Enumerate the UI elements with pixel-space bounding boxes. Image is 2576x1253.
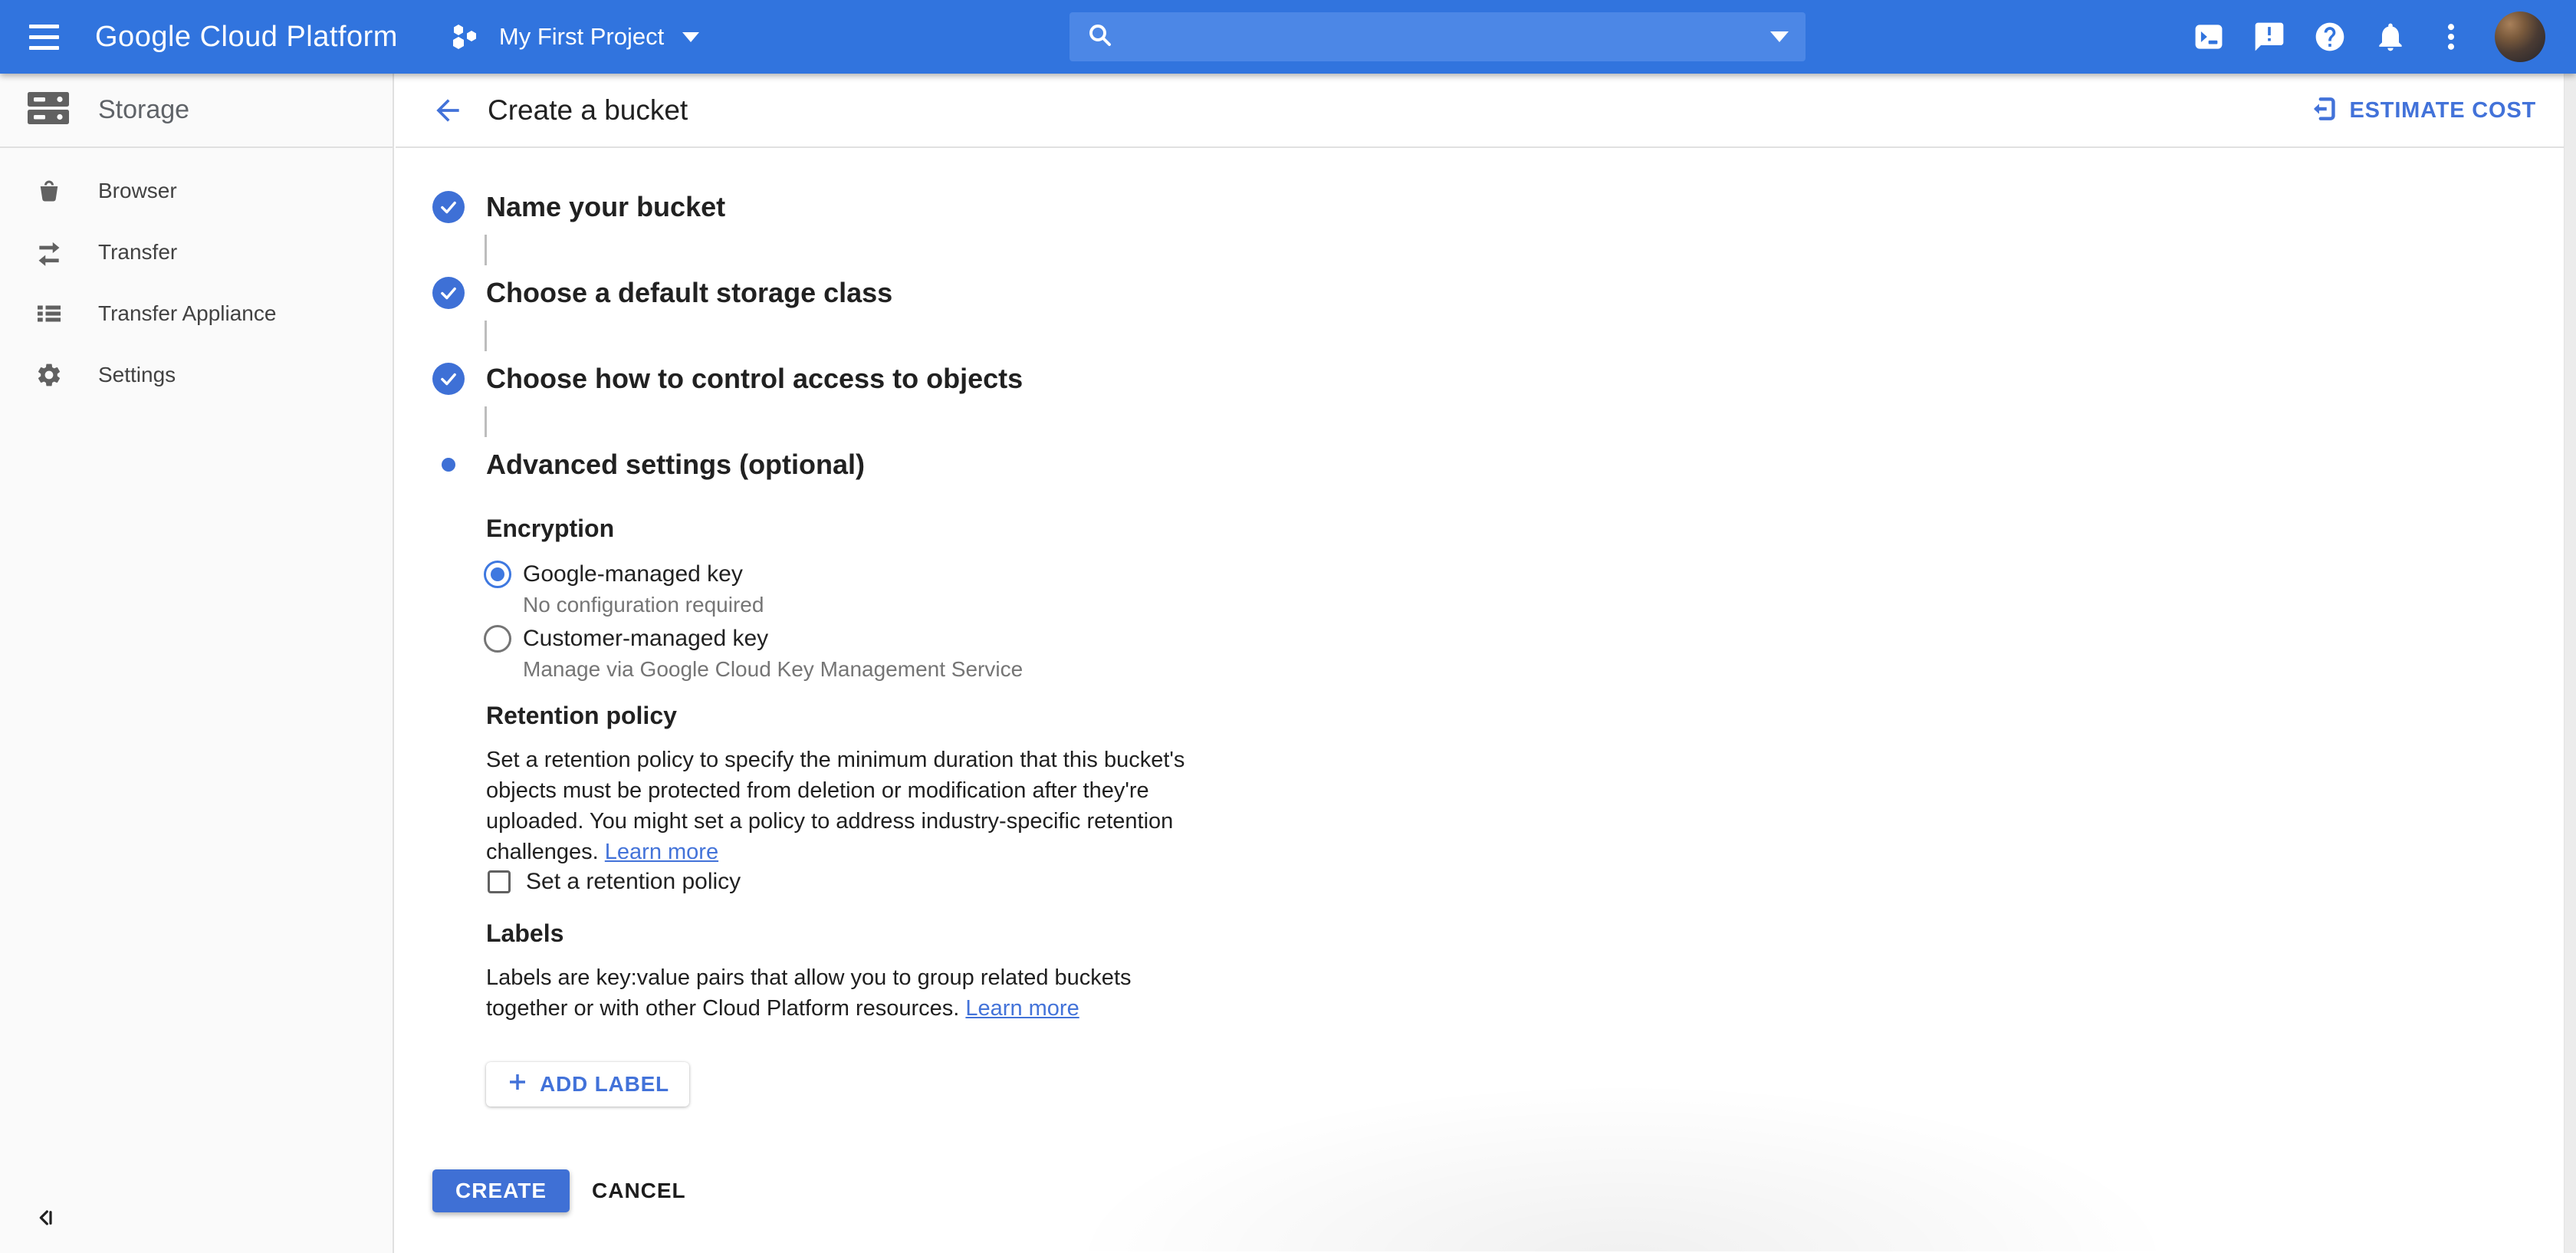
retention-learn-more-link[interactable]: Learn more bbox=[605, 840, 718, 864]
radio-label: Customer-managed key bbox=[523, 625, 1023, 653]
step-complete-check-icon bbox=[432, 191, 465, 223]
page-title: Create a bucket bbox=[488, 94, 688, 127]
step-connector bbox=[485, 235, 487, 265]
search-dropdown-icon[interactable] bbox=[1770, 31, 1789, 42]
page-header: Create a bucket ESTIMATE COST bbox=[396, 74, 2576, 148]
back-arrow-icon[interactable] bbox=[429, 92, 466, 129]
storage-product-icon bbox=[25, 87, 72, 133]
sidebar-title: Storage bbox=[98, 95, 189, 125]
sidebar: Storage Browser Transfer Transfer Applia… bbox=[0, 74, 394, 1253]
sidebar-item-label: Transfer Appliance bbox=[98, 301, 276, 326]
bottom-shadow-gradient bbox=[1047, 1075, 2197, 1251]
step-name-your-bucket[interactable]: Name your bucket bbox=[432, 191, 725, 223]
sidebar-item-label: Transfer bbox=[98, 240, 177, 265]
labels-heading: Labels bbox=[486, 919, 564, 948]
step-title: Name your bucket bbox=[486, 191, 725, 223]
sidebar-item-settings[interactable]: Settings bbox=[0, 344, 393, 406]
create-button[interactable]: CREATE bbox=[432, 1169, 570, 1212]
gcp-console: Google Cloud Platform My First Project bbox=[0, 0, 2576, 1253]
project-name: My First Project bbox=[499, 23, 664, 51]
user-avatar[interactable] bbox=[2495, 12, 2545, 62]
chevron-down-icon bbox=[682, 32, 699, 42]
checkbox-label: Set a retention policy bbox=[526, 869, 741, 895]
gear-icon bbox=[34, 360, 64, 390]
sidebar-item-transfer-appliance[interactable]: Transfer Appliance bbox=[0, 283, 393, 344]
step-storage-class[interactable]: Choose a default storage class bbox=[432, 277, 892, 309]
appliance-icon bbox=[34, 298, 64, 329]
step-title: Advanced settings (optional) bbox=[486, 449, 865, 481]
search-icon bbox=[1086, 21, 1114, 53]
retention-policy-heading: Retention policy bbox=[486, 702, 677, 730]
step-complete-check-icon bbox=[432, 363, 465, 395]
transfer-icon bbox=[34, 237, 64, 268]
search-bar[interactable] bbox=[1070, 12, 1806, 61]
radio-label: Google-managed key bbox=[523, 561, 764, 588]
radio-unselected-icon bbox=[484, 625, 511, 653]
retention-description-text: Set a retention policy to specify the mi… bbox=[486, 748, 1184, 864]
add-label-text: ADD LABEL bbox=[540, 1072, 669, 1097]
main-panel: Create a bucket ESTIMATE COST Name bbox=[396, 74, 2576, 1253]
help-icon[interactable] bbox=[2313, 20, 2347, 54]
project-icon bbox=[449, 20, 482, 54]
more-vert-icon[interactable] bbox=[2434, 20, 2468, 54]
sidebar-item-transfer[interactable]: Transfer bbox=[0, 222, 393, 283]
step-connector bbox=[485, 321, 487, 351]
plus-icon bbox=[506, 1070, 529, 1099]
step-complete-check-icon bbox=[432, 277, 465, 309]
retention-policy-description: Set a retention policy to specify the mi… bbox=[486, 745, 1218, 867]
add-label-button[interactable]: ADD LABEL bbox=[486, 1062, 689, 1107]
topbar-actions bbox=[2192, 0, 2545, 74]
radio-google-managed-key[interactable]: Google-managed key No configuration requ… bbox=[484, 561, 764, 618]
radio-selected-icon bbox=[484, 561, 511, 588]
sidebar-nav: Browser Transfer Transfer Appliance Sett… bbox=[0, 148, 393, 406]
labels-description: Labels are key:value pairs that allow yo… bbox=[486, 962, 1218, 1024]
search-input[interactable] bbox=[1126, 25, 1770, 49]
step-title: Choose how to control access to objects bbox=[486, 363, 1023, 395]
top-app-bar: Google Cloud Platform My First Project bbox=[0, 0, 2576, 74]
menu-icon[interactable] bbox=[0, 0, 74, 74]
product-logo: Google Cloud Platform bbox=[95, 21, 398, 54]
checkbox-unchecked-icon bbox=[488, 870, 511, 893]
feedback-icon[interactable] bbox=[2252, 20, 2286, 54]
radio-customer-managed-key[interactable]: Customer-managed key Manage via Google C… bbox=[484, 625, 1023, 682]
cloud-shell-icon[interactable] bbox=[2192, 20, 2226, 54]
vertical-scrollbar[interactable] bbox=[2564, 74, 2576, 1253]
sidebar-item-browser[interactable]: Browser bbox=[0, 160, 393, 222]
cancel-button[interactable]: CANCEL bbox=[578, 1169, 700, 1212]
collapse-sidebar-icon[interactable] bbox=[34, 1202, 64, 1233]
step-advanced-settings[interactable]: Advanced settings (optional) bbox=[432, 449, 865, 481]
encryption-heading: Encryption bbox=[486, 515, 614, 543]
sidebar-header: Storage bbox=[0, 74, 393, 148]
create-bucket-form: Name your bucket Choose a default storag… bbox=[396, 148, 2576, 1251]
sidebar-item-label: Settings bbox=[98, 363, 176, 387]
bucket-icon bbox=[34, 176, 64, 206]
notifications-bell-icon[interactable] bbox=[2374, 20, 2407, 54]
estimate-cost-label: ESTIMATE COST bbox=[2350, 98, 2536, 123]
labels-learn-more-link[interactable]: Learn more bbox=[965, 996, 1079, 1021]
step-active-dot-icon bbox=[432, 449, 465, 481]
sidebar-item-label: Browser bbox=[98, 179, 177, 203]
radio-description: No configuration required bbox=[523, 592, 764, 618]
set-retention-policy-checkbox[interactable]: Set a retention policy bbox=[488, 869, 741, 895]
estimate-cost-button[interactable]: ESTIMATE COST bbox=[2308, 74, 2536, 148]
project-selector[interactable]: My First Project bbox=[449, 20, 699, 54]
step-title: Choose a default storage class bbox=[486, 277, 892, 309]
radio-description: Manage via Google Cloud Key Management S… bbox=[523, 656, 1023, 682]
estimate-cost-icon bbox=[2308, 94, 2338, 127]
step-access-control[interactable]: Choose how to control access to objects bbox=[432, 363, 1023, 395]
step-connector bbox=[485, 406, 487, 437]
